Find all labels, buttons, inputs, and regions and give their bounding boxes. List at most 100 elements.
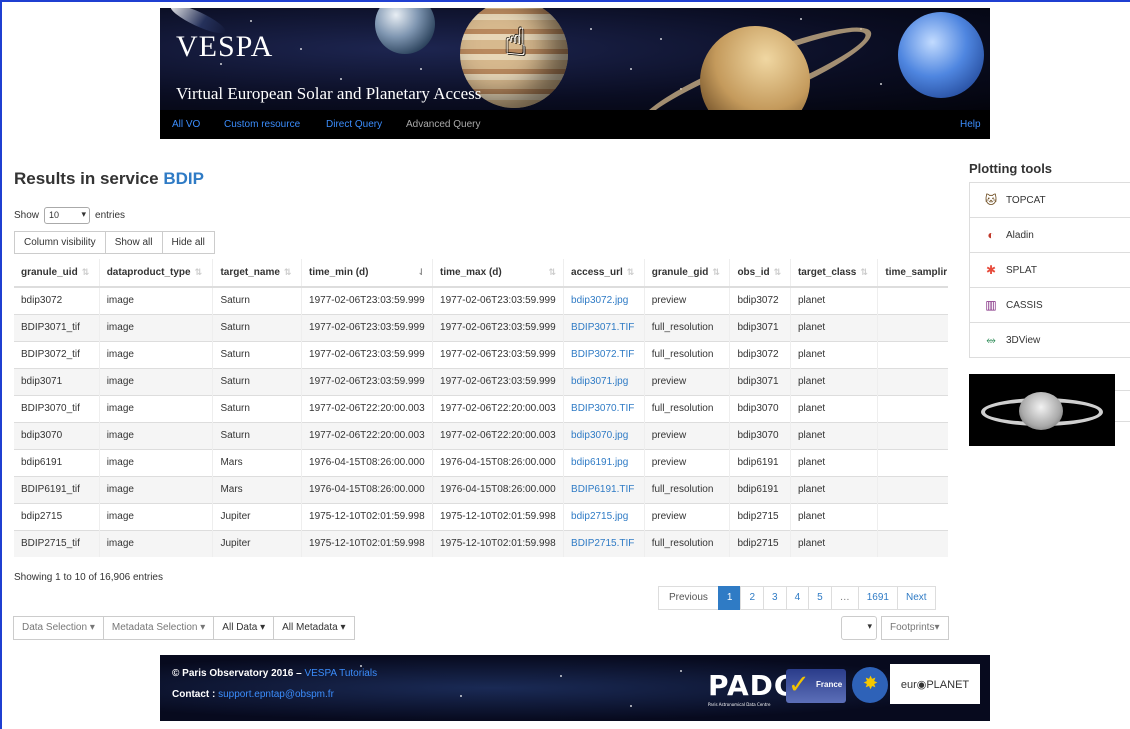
contact-email-link[interactable]: support.epntap@obspm.fr	[218, 689, 334, 700]
table-row: bdip3071 image Saturn 1977-02-06T23:03:59.9…	[14, 367, 948, 395]
page-button[interactable]: 1	[717, 586, 742, 610]
previous-page-button[interactable]: Previous	[658, 586, 719, 610]
padc-logo[interactable]: PADC Paris Astronomical Data Centre	[708, 669, 795, 707]
table-cell: Saturn	[212, 421, 302, 449]
page-button[interactable]: 5	[808, 586, 832, 610]
metadata-selection-dropdown[interactable]: Metadata Selection ▾	[102, 616, 215, 640]
table-cell	[877, 502, 948, 530]
table-cell: preview	[643, 367, 730, 395]
table-cell	[877, 394, 948, 422]
page-button[interactable]: 1691	[857, 586, 898, 610]
entries-select[interactable]: 10 ▾	[44, 207, 91, 224]
column-header[interactable]: dataproduct_type ⇅	[98, 259, 213, 288]
checkmark-icon: ✓	[788, 669, 810, 699]
access-url-link[interactable]: BDIP6191.TIF	[571, 484, 634, 495]
access-url-link[interactable]: bdip3072.jpg	[571, 295, 628, 306]
tool-topcat[interactable]: 🐱 TOPCAT	[969, 182, 1130, 218]
bottom-toolbar: Data Selection ▾ Metadata Selection ▾ Al…	[13, 616, 355, 640]
show-all-button[interactable]: Show all	[105, 231, 163, 254]
topcat-icon: 🐱	[984, 193, 998, 207]
next-page-button[interactable]: Next	[896, 586, 936, 610]
table-cell: image	[98, 313, 213, 341]
sort-icon: ⇅	[194, 267, 203, 277]
page-button[interactable]: 4	[785, 586, 810, 610]
column-header[interactable]: obs_id ⇅	[729, 259, 791, 288]
column-header[interactable]: time_max (d) ⇅	[432, 259, 564, 288]
title-prefix: Results in service	[14, 169, 159, 188]
access-url-link[interactable]: bdip3070.jpg	[571, 430, 628, 441]
all-metadata-dropdown[interactable]: All Metadata ▾	[273, 616, 355, 640]
nav-direct-query[interactable]: Direct Query	[326, 119, 382, 130]
table-cell[interactable]: BDIP6191.TIF	[563, 475, 645, 503]
tool-cassis[interactable]: ▥ CASSIS	[969, 287, 1130, 323]
tool-3dview[interactable]: ⥈ 3DView	[969, 322, 1130, 358]
table-cell: 1977-02-06T22:20:00.003	[301, 421, 433, 449]
table-cell: 1975-12-10T02:01:59.998	[432, 502, 564, 530]
table-cell: bdip3071	[14, 367, 100, 395]
access-url-link[interactable]: BDIP3072.TIF	[571, 349, 634, 360]
table-cell: planet	[789, 529, 878, 557]
table-cell: Saturn	[212, 367, 302, 395]
saturn-thumbnail-preview	[969, 374, 1115, 446]
table-cell[interactable]: bdip3072.jpg	[563, 286, 645, 314]
table-cell[interactable]: BDIP3072.TIF	[563, 340, 645, 368]
nav-custom-resource[interactable]: Custom resource	[224, 119, 300, 130]
table-cell: bdip2715	[729, 502, 791, 530]
table-cell: Saturn	[212, 313, 302, 341]
footprints-select[interactable]: ▾	[841, 616, 877, 640]
table-cell: planet	[789, 313, 878, 341]
table-cell: full_resolution	[643, 475, 730, 503]
column-header[interactable]: access_url ⇅	[563, 259, 645, 288]
table-cell[interactable]: bdip3071.jpg	[563, 367, 645, 395]
column-header[interactable]: target_name ⇅	[212, 259, 302, 288]
access-url-link[interactable]: BDIP3071.TIF	[571, 322, 634, 333]
table-row: bdip6191 image Mars 1976-04-15T08:26:00.000…	[14, 448, 948, 476]
top-navbar: All VO Custom resource Direct Query Adva…	[160, 110, 990, 139]
results-table: granule_uid ⇅ dataproduct_type ⇅ target_na…	[14, 259, 948, 557]
all-data-dropdown[interactable]: All Data ▾	[213, 616, 275, 640]
tool-aladin[interactable]: ◐ Aladin	[969, 217, 1130, 253]
access-url-link[interactable]: bdip2715.jpg	[571, 511, 628, 522]
column-header[interactable]: target_class ⇅	[789, 259, 878, 288]
brand-logo[interactable]: VESPA	[176, 30, 273, 64]
table-cell: Mars	[212, 475, 302, 503]
splat-icon: ✱	[985, 263, 997, 277]
access-url-link[interactable]: BDIP2715.TIF	[571, 538, 634, 549]
table-cell: bdip3071	[729, 313, 791, 341]
table-cell: planet	[789, 394, 878, 422]
access-url-link[interactable]: bdip6191.jpg	[571, 457, 628, 468]
table-cell: BDIP3071_tif	[14, 313, 100, 341]
nav-all-vo[interactable]: All VO	[172, 119, 200, 130]
hide-all-button[interactable]: Hide all	[162, 231, 215, 254]
plotting-tools-list: 🐱 TOPCAT ◐ Aladin ✱ SPLAT ▥ CASSIS ⥈ 3DV…	[969, 182, 1130, 358]
access-url-link[interactable]: bdip3071.jpg	[571, 376, 628, 387]
column-visibility-button[interactable]: Column visibility	[14, 231, 106, 254]
nav-advanced-query[interactable]: Advanced Query	[406, 119, 481, 130]
europlanet-logo[interactable]: eur◉PLANET	[890, 664, 980, 704]
table-cell[interactable]: BDIP2715.TIF	[563, 529, 645, 557]
tutorials-link[interactable]: VESPA Tutorials	[304, 668, 377, 679]
table-cell[interactable]: bdip2715.jpg	[563, 502, 645, 530]
bee-logo[interactable]: ✸	[852, 667, 888, 703]
footprints-dropdown[interactable]: Footprints▾	[881, 616, 949, 640]
column-header[interactable]: granule_uid ⇅	[14, 259, 100, 288]
table-cell[interactable]: BDIP3070.TIF	[563, 394, 645, 422]
table-cell: BDIP3072_tif	[14, 340, 100, 368]
table-cell: image	[98, 421, 213, 449]
column-header[interactable]: time_min (d) ⇃	[301, 259, 433, 288]
brand-subtitle: Virtual European Solar and Planetary Acc…	[176, 84, 482, 103]
table-cell	[877, 475, 948, 503]
table-cell[interactable]: bdip3070.jpg	[563, 421, 645, 449]
table-cell[interactable]: bdip6191.jpg	[563, 448, 645, 476]
table-cell[interactable]: BDIP3071.TIF	[563, 313, 645, 341]
page-button[interactable]: 2	[740, 586, 765, 610]
tool-splat[interactable]: ✱ SPLAT	[969, 252, 1130, 288]
table-cell: full_resolution	[643, 313, 730, 341]
access-url-link[interactable]: BDIP3070.TIF	[571, 403, 634, 414]
column-header[interactable]: time_samplir	[877, 259, 948, 288]
page-button[interactable]: 3	[763, 586, 787, 610]
france-logo[interactable]: ✓ France	[786, 669, 846, 703]
column-header[interactable]: granule_gid ⇅	[643, 259, 730, 288]
nav-help[interactable]: Help	[960, 119, 981, 130]
data-selection-dropdown[interactable]: Data Selection ▾	[13, 616, 104, 640]
